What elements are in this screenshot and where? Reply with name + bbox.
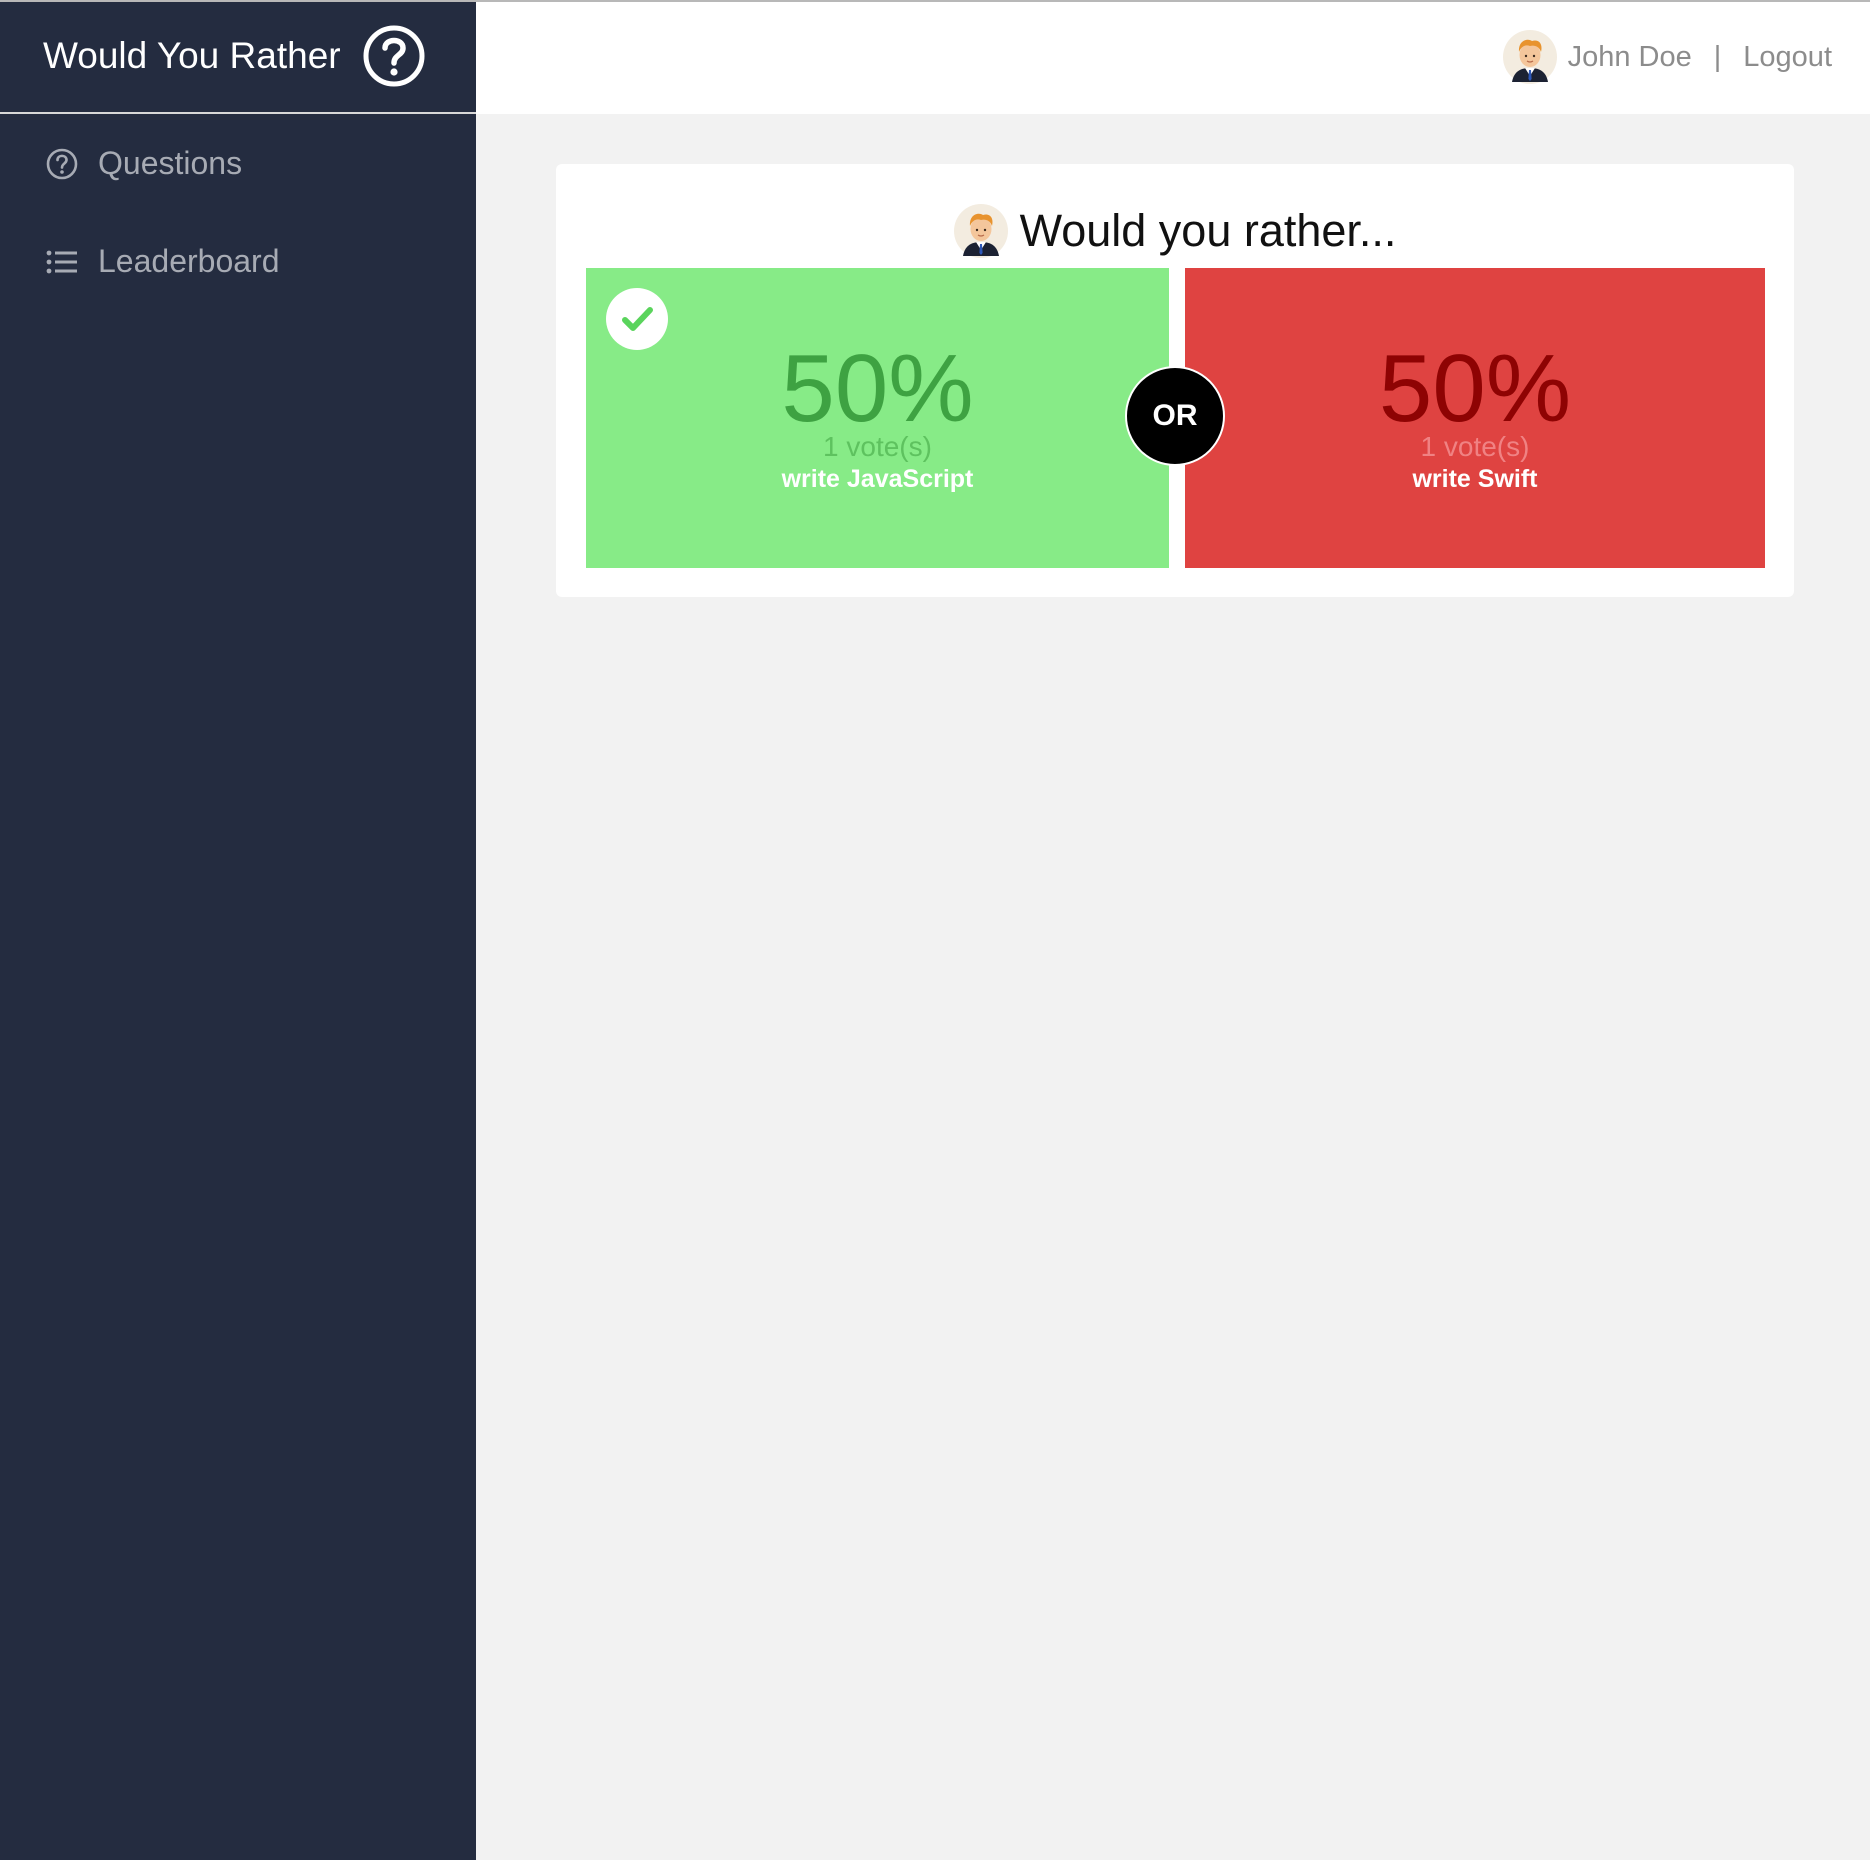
sidebar-item-leaderboard[interactable]: Leaderboard xyxy=(44,243,279,280)
header-separator: | xyxy=(1713,40,1722,73)
selected-check-icon xyxy=(606,288,668,350)
user-name: John Doe xyxy=(1567,40,1692,73)
question-circle-icon xyxy=(44,146,80,182)
sidebar-item-label: Leaderboard xyxy=(98,243,280,279)
option-one-votes: 1 vote(s) xyxy=(823,431,932,462)
poll-results-card: Would you rather... 50% 1 vote(s) write … xyxy=(556,164,1794,597)
sidebar-item-questions[interactable]: Questions xyxy=(44,145,242,182)
brand: Would You Rather xyxy=(0,0,476,114)
option-one-text: write JavaScript xyxy=(781,465,974,493)
logout-link[interactable]: Logout xyxy=(1743,41,1832,74)
list-icon xyxy=(44,244,80,280)
or-divider-badge: OR xyxy=(1125,366,1225,466)
option-two-result: 50% 1 vote(s) write Swift xyxy=(1185,268,1765,568)
question-circle-logo-icon xyxy=(362,24,426,88)
option-one-percent: 50% xyxy=(781,335,974,442)
option-two-text: write Swift xyxy=(1412,465,1538,493)
option-two-votes: 1 vote(s) xyxy=(1420,431,1530,462)
sidebar: Would You Rather Questions Leaderboard xyxy=(0,0,476,1860)
sidebar-item-label: Questions xyxy=(98,145,243,181)
window-top-border xyxy=(0,0,1870,2)
option-two-percent: 50% xyxy=(1378,335,1572,442)
user-menu: John Doe | Logout xyxy=(1502,30,1832,84)
poll-title: Would you rather... xyxy=(1019,205,1397,256)
top-header: John Doe | Logout xyxy=(476,0,1870,114)
app-title: Would You Rather xyxy=(43,35,341,76)
author-avatar xyxy=(953,204,1008,258)
option-one-result: 50% 1 vote(s) write JavaScript xyxy=(586,268,1169,568)
poll-header: Would you rather... xyxy=(556,204,1794,258)
user-avatar[interactable] xyxy=(1502,30,1557,84)
